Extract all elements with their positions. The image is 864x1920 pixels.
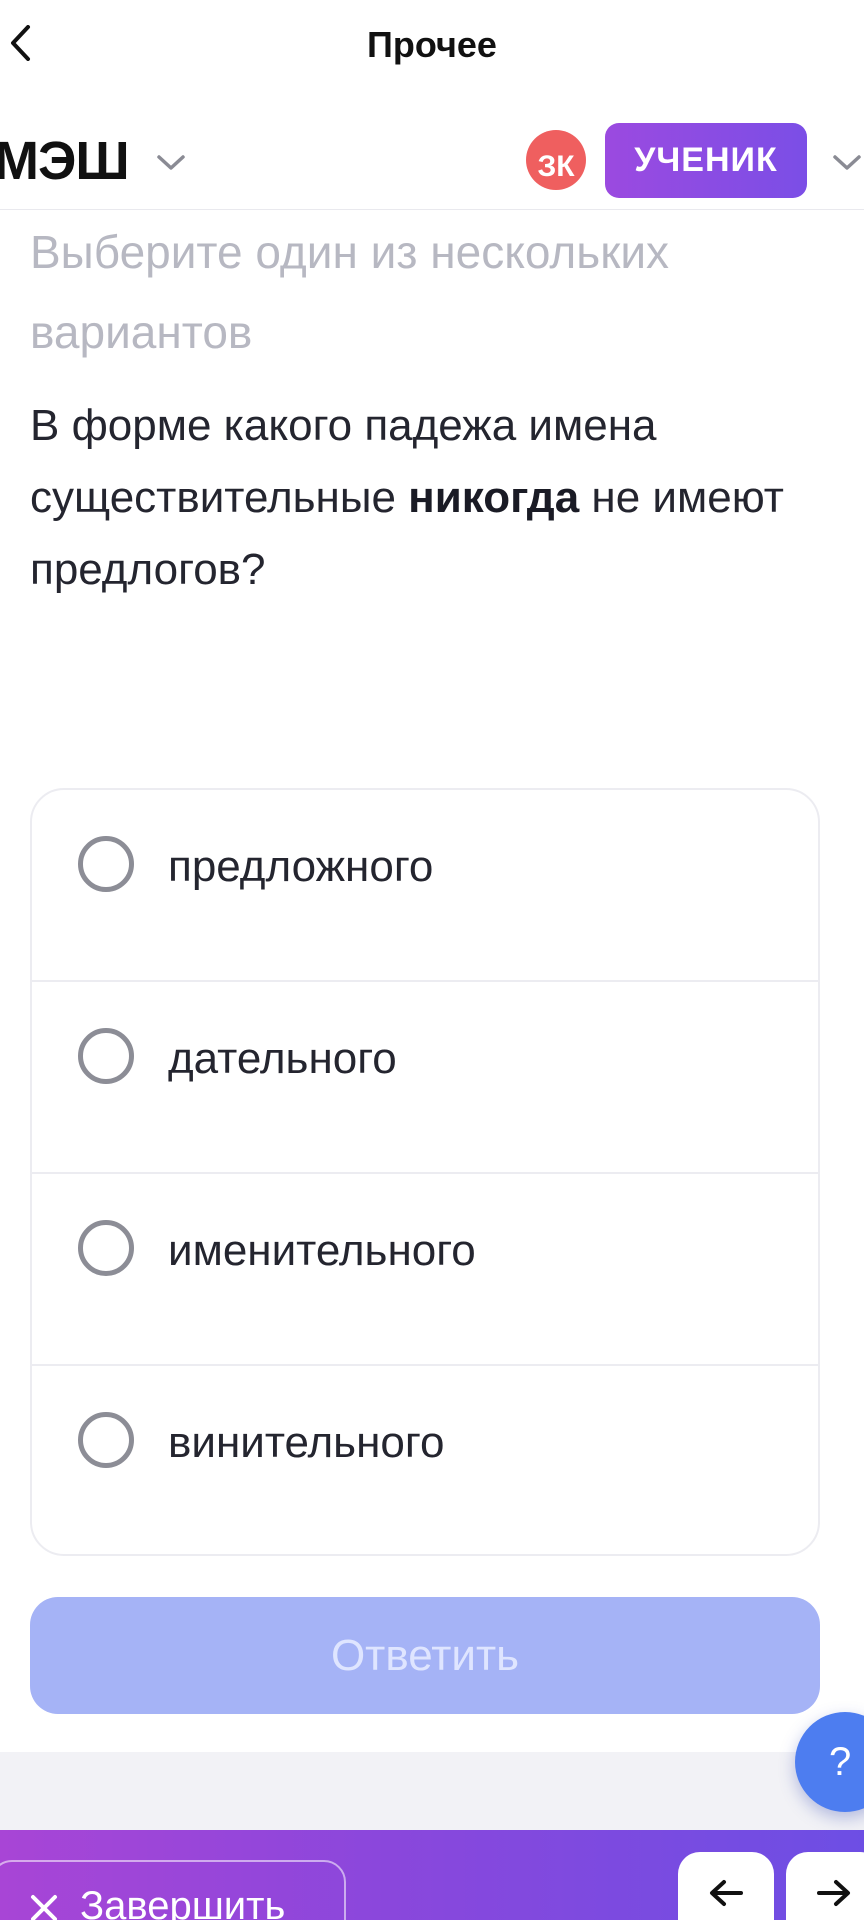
bottom-bar: Завершить (0, 1830, 864, 1920)
finish-button[interactable]: Завершить (0, 1860, 346, 1920)
radio-button[interactable] (78, 1412, 134, 1468)
arrow-left-icon (708, 1878, 744, 1913)
test-screen: Прочее МЭШ ЗК УЧЕНИК Выберите один из не… (0, 0, 864, 1920)
next-button[interactable] (786, 1852, 864, 1920)
question-text: В форме какого падежа имена существитель… (30, 390, 820, 606)
radio-button[interactable] (78, 1220, 134, 1276)
answer-option-label: именительного (168, 1226, 476, 1275)
brand-logo[interactable]: МЭШ (0, 130, 130, 192)
answer-options: предложного дательного именительного вин… (30, 788, 820, 1556)
help-label: ? (829, 1739, 852, 1784)
arrow-right-icon (816, 1878, 852, 1913)
previous-button[interactable] (678, 1852, 774, 1920)
answer-option[interactable]: винительного (32, 1366, 818, 1554)
radio-button[interactable] (78, 836, 134, 892)
submit-answer-button[interactable]: Ответить (30, 1597, 820, 1714)
instruction-text: Выберите один из нескольких вариантов (30, 226, 670, 358)
radio-button[interactable] (78, 1028, 134, 1084)
close-icon (28, 1884, 60, 1920)
page-title: Прочее (367, 24, 497, 65)
question-emphasis: никогда (408, 473, 580, 522)
role-button[interactable]: УЧЕНИК (605, 123, 807, 198)
answer-option-label: винительного (168, 1418, 445, 1467)
chevron-down-icon[interactable] (152, 144, 190, 182)
content-edge (0, 1740, 864, 1752)
page-background-strip (0, 1752, 864, 1830)
answer-option[interactable]: именительного (32, 1174, 818, 1366)
finish-label: Завершить (80, 1884, 286, 1920)
avatar[interactable]: ЗК (526, 130, 586, 190)
answer-option[interactable]: предложного (32, 790, 818, 982)
answer-option[interactable]: дательного (32, 982, 818, 1174)
top-navbar: Прочее (0, 0, 864, 95)
answer-option-label: дательного (168, 1034, 397, 1083)
app-header: МЭШ ЗК УЧЕНИК (0, 100, 864, 210)
chevron-down-icon[interactable] (832, 144, 864, 182)
answer-option-label: предложного (168, 842, 434, 891)
